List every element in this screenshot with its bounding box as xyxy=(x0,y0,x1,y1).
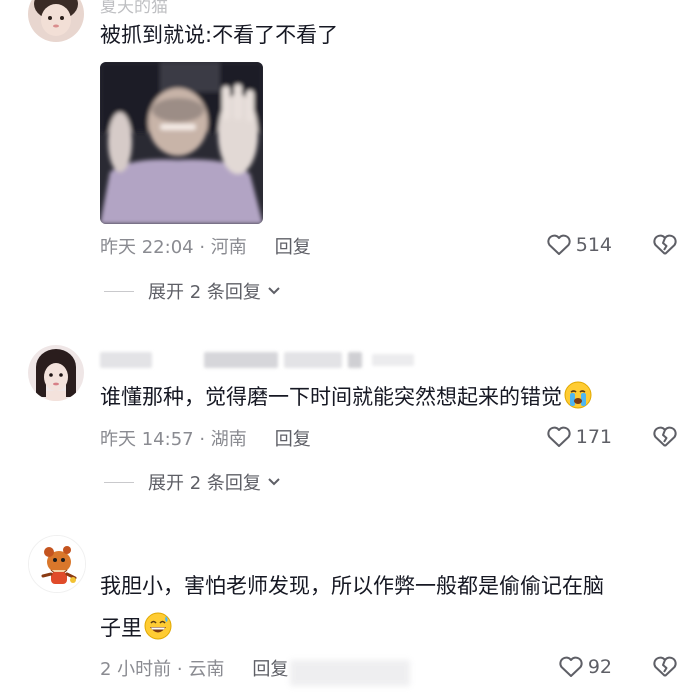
dislike-button[interactable] xyxy=(652,233,678,261)
comment-text-line2: 子里 xyxy=(100,607,670,649)
broken-heart-icon xyxy=(653,234,677,255)
heart-icon xyxy=(547,426,571,447)
grinning-sweat-face-icon xyxy=(144,612,172,640)
like-count: 514 xyxy=(575,234,612,256)
reply-button[interactable]: 回复 xyxy=(275,429,311,450)
comment-text-line1: 我胆小，害怕老师发现，所以作弊一般都是偷偷记在脑 xyxy=(100,574,604,598)
comment-meta: 2 小时前 · 云南 回复 xyxy=(100,655,288,681)
like-button[interactable]: 92 xyxy=(558,655,612,679)
like-count: 171 xyxy=(575,426,612,448)
username-blurred[interactable] xyxy=(100,542,300,560)
reply-button[interactable]: 回复 xyxy=(252,659,288,680)
time-location: 2 小时前 · 云南 xyxy=(100,659,225,680)
comment-image[interactable] xyxy=(100,62,263,224)
time-location: 昨天 14:57 · 湖南 xyxy=(100,429,247,450)
expand-label: 展开 2 条回复 xyxy=(148,473,261,494)
avatar[interactable] xyxy=(28,535,86,593)
watermark-blur xyxy=(290,660,410,686)
comment-meta: 昨天 14:57 · 湖南 回复 xyxy=(100,425,311,451)
like-count: 92 xyxy=(587,656,612,678)
comment-text: 谁懂那种，觉得磨一下时间就能突然想起来的错觉 xyxy=(100,376,670,418)
reply-button[interactable]: 回复 xyxy=(275,237,311,258)
dislike-button[interactable] xyxy=(652,425,678,453)
broken-heart-icon xyxy=(653,426,677,447)
heart-icon xyxy=(547,234,571,255)
divider xyxy=(104,481,134,483)
comment-meta: 昨天 22:04 · 河南 回复 xyxy=(100,233,311,259)
avatar[interactable] xyxy=(28,345,84,401)
comment-text: 我胆小，害怕老师发现，所以作弊一般都是偷偷记在脑 子里 xyxy=(100,565,670,649)
loudly-crying-face-icon xyxy=(564,381,592,409)
time-location: 昨天 22:04 · 河南 xyxy=(100,237,247,258)
comment-text: 被抓到就说:不看了不看了 xyxy=(100,23,339,47)
chevron-down-icon xyxy=(268,287,280,295)
expand-replies[interactable]: 展开 2 条回复 xyxy=(104,469,281,495)
chevron-down-icon xyxy=(268,478,280,486)
like-button[interactable]: 171 xyxy=(546,425,612,449)
divider xyxy=(104,290,134,292)
expand-replies[interactable]: 展开 2 条回复 xyxy=(104,278,281,304)
dislike-button[interactable] xyxy=(652,655,678,683)
heart-icon xyxy=(559,656,583,677)
like-button[interactable]: 514 xyxy=(546,233,612,257)
avatar[interactable] xyxy=(28,0,84,42)
username-blurred[interactable] xyxy=(100,350,430,370)
broken-heart-icon xyxy=(653,656,677,677)
comment-text-line2-content: 子里 xyxy=(100,616,142,640)
expand-label: 展开 2 条回复 xyxy=(148,282,261,303)
comment-text-content: 谁懂那种，觉得磨一下时间就能突然想起来的错觉 xyxy=(100,385,562,409)
